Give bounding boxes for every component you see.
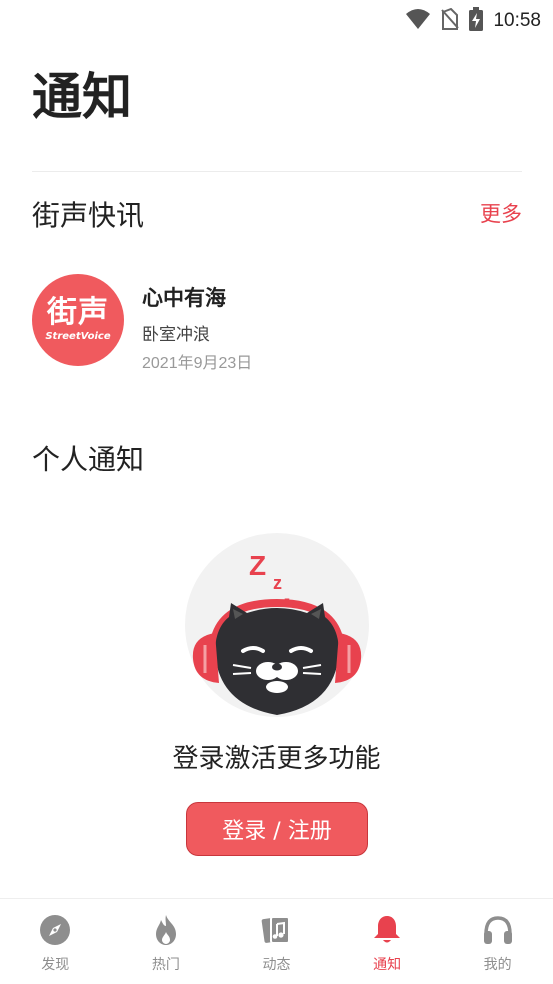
bell-icon <box>370 913 404 947</box>
news-item[interactable]: 街声 StreetVoice 心中有海 卧室冲浪 2021年9月23日 <box>32 274 522 374</box>
music-card-icon <box>259 913 293 947</box>
sleeping-cat-illustration: Z z z <box>185 533 369 717</box>
avatar-logo-en: StreetVoice <box>45 331 111 342</box>
divider <box>32 171 522 172</box>
wifi-icon <box>405 8 431 34</box>
tab-profile-label: 我的 <box>483 957 512 973</box>
sleep-z-large: Z <box>249 550 266 581</box>
tab-profile[interactable]: 我的 <box>442 899 553 984</box>
tab-discover[interactable]: 发现 <box>0 899 111 984</box>
tab-hot-label: 热门 <box>151 957 180 973</box>
streetvoice-avatar: 街声 StreetVoice <box>32 274 124 366</box>
personal-section-title: 个人通知 <box>32 443 145 476</box>
flame-icon <box>149 913 183 947</box>
login-prompt-text: 登录激活更多功能 <box>172 744 381 774</box>
news-section-title: 街声快讯 <box>32 199 145 232</box>
status-icons: 10:58 <box>405 7 541 35</box>
more-link[interactable]: 更多 <box>480 204 522 225</box>
tab-notifications-label: 通知 <box>373 957 402 973</box>
tab-feed-label: 动态 <box>262 957 291 973</box>
tab-discover-label: 发现 <box>41 957 70 973</box>
news-date: 2021年9月23日 <box>142 355 253 372</box>
status-time: 10:58 <box>493 10 541 31</box>
compass-icon <box>38 913 72 947</box>
battery-charging-icon <box>469 7 484 35</box>
tab-hot[interactable]: 热门 <box>111 899 222 984</box>
news-subtitle: 卧室冲浪 <box>142 325 210 345</box>
news-title: 心中有海 <box>142 286 226 310</box>
page-title: 通知 <box>32 68 132 126</box>
no-sim-icon <box>441 7 460 34</box>
login-register-button[interactable]: 登录 / 注册 <box>186 802 368 856</box>
tab-notifications[interactable]: 通知 <box>332 899 443 984</box>
headphones-icon <box>481 913 515 947</box>
bottom-tab-bar: 发现 热门 动态 通知 我的 <box>0 898 553 984</box>
status-bar: 10:58 <box>0 0 553 38</box>
sleep-z-medium: z <box>273 573 282 593</box>
tab-feed[interactable]: 动态 <box>221 899 332 984</box>
avatar-logo-cn: 街声 <box>47 295 109 330</box>
